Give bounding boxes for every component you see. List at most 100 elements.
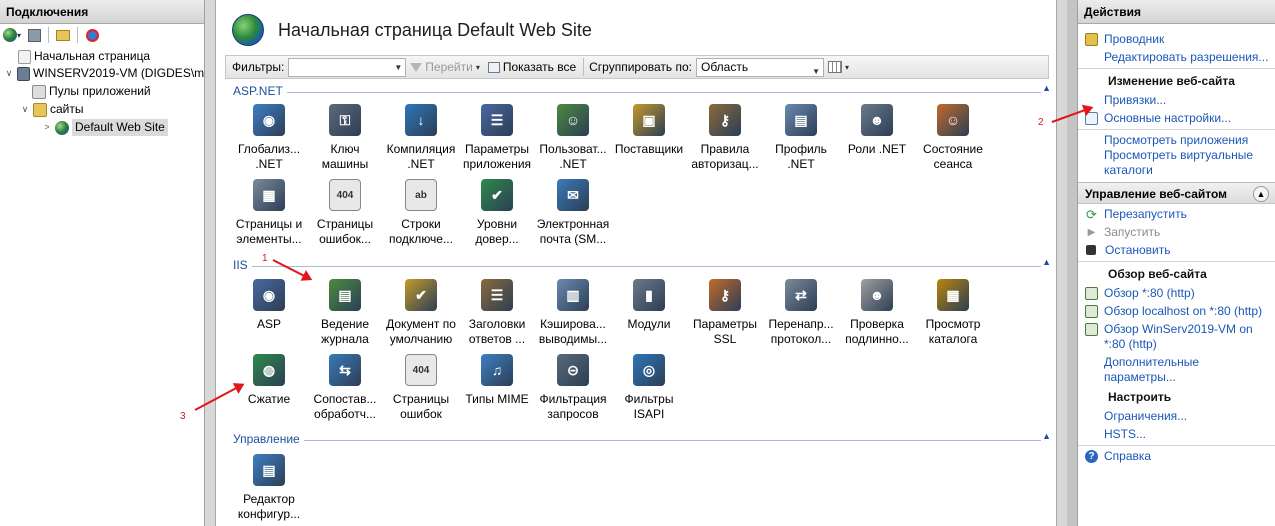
- pages-controls-icon: ▦: [253, 179, 285, 211]
- connections-pane: Подключения ▾ Начальная страница ∨ WINSE…: [0, 0, 205, 526]
- browse-icon: [1085, 323, 1098, 336]
- feature-asp[interactable]: ◉ ASP: [231, 279, 307, 332]
- help-link[interactable]: ? Справка: [1078, 449, 1275, 464]
- feature-compilation[interactable]: ↓ Компиляция .NET: [383, 104, 459, 172]
- restart-link[interactable]: ⟳ Перезапустить: [1078, 207, 1275, 222]
- tree-item-app-pools[interactable]: Пулы приложений: [32, 83, 151, 100]
- isapi-filters-icon: ◎: [633, 354, 665, 386]
- basic-settings-link[interactable]: Основные настройки...: [1078, 111, 1275, 126]
- feature-trust-levels[interactable]: ✔ Уровни довер...: [459, 179, 535, 247]
- feature-authorization-rules[interactable]: ⚷ Правила авторизац...: [687, 104, 763, 172]
- feature-request-filtering[interactable]: ⊝ Фильтрация запросов: [535, 354, 611, 422]
- filter-label: Фильтры:: [232, 60, 285, 74]
- browse-winserv-link[interactable]: Обзор WinServ2019-VM on *:80 (http): [1078, 322, 1275, 352]
- feature-configuration-editor[interactable]: ▤ Редактор конфигур...: [231, 454, 307, 522]
- section-iis[interactable]: IIS ▲: [225, 257, 1055, 274]
- expand-chevron-icon[interactable]: >: [42, 119, 52, 136]
- tree-item-default-web-site[interactable]: > Default Web Site: [42, 119, 168, 136]
- feature-label: Перенапр... протокол...: [768, 317, 834, 346]
- show-all-button[interactable]: Показать все: [484, 57, 580, 77]
- feature-ssl-settings[interactable]: ⚷ Параметры SSL: [687, 279, 763, 347]
- feature-label: Компиляция .NET: [386, 142, 456, 171]
- feature-mime-types[interactable]: ♫ Типы MIME: [459, 354, 535, 407]
- connect-icon[interactable]: ▾: [2, 26, 22, 44]
- up-folder-icon[interactable]: [53, 26, 73, 44]
- compilation-icon: ↓: [405, 104, 437, 136]
- collapse-section-icon[interactable]: ▲: [1042, 83, 1051, 93]
- feature-label: Пользоват... .NET: [539, 142, 607, 171]
- app-settings-icon: ☰: [481, 104, 513, 136]
- compression-icon: ◍: [253, 354, 285, 386]
- feature-label: Страницы ошибок: [392, 392, 450, 421]
- feature-label: Кэширова... выводимы...: [538, 317, 608, 346]
- show-all-icon: [487, 61, 500, 73]
- funnel-icon: [410, 62, 423, 72]
- feature-smtp-email[interactable]: ✉ Электронная почта (SM...: [535, 179, 611, 247]
- bindings-link[interactable]: Привязки...: [1078, 93, 1275, 108]
- feature-globalization[interactable]: ◉ Глобализ... .NET: [231, 104, 307, 172]
- disconnect-icon[interactable]: [82, 26, 102, 44]
- feature-default-document[interactable]: ✔ Документ по умолчанию: [383, 279, 459, 347]
- section-management[interactable]: Управление ▲: [225, 431, 1055, 448]
- feature-error-pages[interactable]: 404 Страницы ошибок: [383, 354, 459, 422]
- browse-80-link[interactable]: Обзор *:80 (http): [1078, 286, 1275, 301]
- feature-output-caching[interactable]: ▥ Кэширова... выводимы...: [535, 279, 611, 347]
- section-aspnet[interactable]: ASP.NET ▲: [225, 83, 1055, 100]
- tree-item-sites[interactable]: ∨ сайты: [20, 101, 84, 118]
- feature-error-pages[interactable]: 404 Страницы ошибок...: [307, 179, 383, 247]
- group-by-select[interactable]: Область ▼: [696, 57, 824, 77]
- feature-pages-controls[interactable]: ▦ Страницы и элементы...: [231, 179, 307, 247]
- feature-label: Страницы и элементы...: [235, 217, 303, 246]
- feature-http-redirect[interactable]: ⇄ Перенапр... протокол...: [763, 279, 839, 347]
- collapse-section-icon[interactable]: ▲: [1042, 257, 1051, 267]
- feature-app-settings[interactable]: ☰ Параметры приложения: [459, 104, 535, 172]
- feature-label: Модули: [627, 317, 671, 331]
- group-by-label: Сгруппировать по:: [589, 60, 692, 74]
- feature-net-profile[interactable]: ▤ Профиль .NET: [763, 104, 839, 172]
- feature-net-users[interactable]: ☺ Пользоват... .NET: [535, 104, 611, 172]
- filter-input[interactable]: ▼: [288, 57, 407, 77]
- feature-response-headers[interactable]: ☰ Заголовки ответов ...: [459, 279, 535, 347]
- explorer-link[interactable]: Проводник: [1078, 32, 1275, 47]
- tree-item-start-page[interactable]: Начальная страница: [18, 48, 150, 65]
- chevron-down-icon: ▾: [845, 62, 850, 72]
- manage-site-heading[interactable]: Управление веб-сайтом ▲: [1078, 182, 1275, 204]
- home-page-icon: [18, 49, 31, 64]
- collapse-chevron-icon[interactable]: ∨: [4, 65, 14, 82]
- mime-types-icon: ♫: [481, 354, 513, 386]
- collapse-section-icon[interactable]: ▲: [1042, 431, 1051, 441]
- feature-providers[interactable]: ▣ Поставщики: [611, 104, 687, 157]
- feature-handler-mappings[interactable]: ⇆ Сопостав... обработч...: [307, 354, 383, 422]
- limits-link[interactable]: Ограничения...: [1078, 409, 1275, 424]
- feature-label: Профиль .NET: [775, 142, 827, 171]
- collapse-icon[interactable]: ▲: [1253, 186, 1269, 202]
- feature-label: Параметры приложения: [462, 142, 532, 171]
- view-applications-link[interactable]: Просмотреть приложения: [1078, 133, 1275, 148]
- view-mode-button[interactable]: ▾: [824, 57, 853, 77]
- edit-permissions-link[interactable]: Редактировать разрешения...: [1078, 50, 1275, 65]
- browse-localhost-link[interactable]: Обзор localhost on *:80 (http): [1078, 304, 1275, 319]
- annotation-number-2: 2: [1038, 117, 1044, 128]
- feature-label: Страницы ошибок...: [316, 217, 374, 246]
- stop-link[interactable]: Остановить: [1078, 243, 1275, 258]
- feature-session-state[interactable]: ☺ Состояние сеанса: [915, 104, 991, 172]
- feature-net-roles[interactable]: ☻ Роли .NET: [839, 104, 915, 157]
- view-virtual-dirs-link[interactable]: Просмотреть виртуальные каталоги: [1078, 148, 1275, 178]
- tree-item-server[interactable]: ∨ WINSERV2019-VM (DIGDES\m: [4, 65, 204, 82]
- feature-isapi-filters[interactable]: ◎ Фильтры ISAPI: [611, 354, 687, 422]
- go-button[interactable]: Перейти ▾: [406, 57, 484, 77]
- feature-modules[interactable]: ▮ Модули: [611, 279, 687, 332]
- start-link[interactable]: ▶ Запустить: [1078, 225, 1275, 240]
- advanced-settings-link[interactable]: Дополнительные параметры...: [1078, 355, 1275, 385]
- hsts-link[interactable]: HSTS...: [1078, 427, 1275, 442]
- feature-machine-key[interactable]: ⚿ Ключ машины: [307, 104, 383, 172]
- feature-directory-browsing[interactable]: ▦ Просмотр каталога: [915, 279, 991, 347]
- save-icon[interactable]: [24, 26, 44, 44]
- collapse-chevron-icon[interactable]: ∨: [20, 101, 30, 118]
- feature-label: Правила авторизац...: [691, 142, 759, 171]
- feature-connection-strings[interactable]: ab Строки подключе...: [383, 179, 459, 247]
- feature-authentication[interactable]: ☻ Проверка подлинно...: [839, 279, 915, 347]
- server-icon: [17, 66, 30, 81]
- configure-heading: Настроить: [1108, 390, 1172, 404]
- feature-logging[interactable]: ▤ Ведение журнала: [307, 279, 383, 347]
